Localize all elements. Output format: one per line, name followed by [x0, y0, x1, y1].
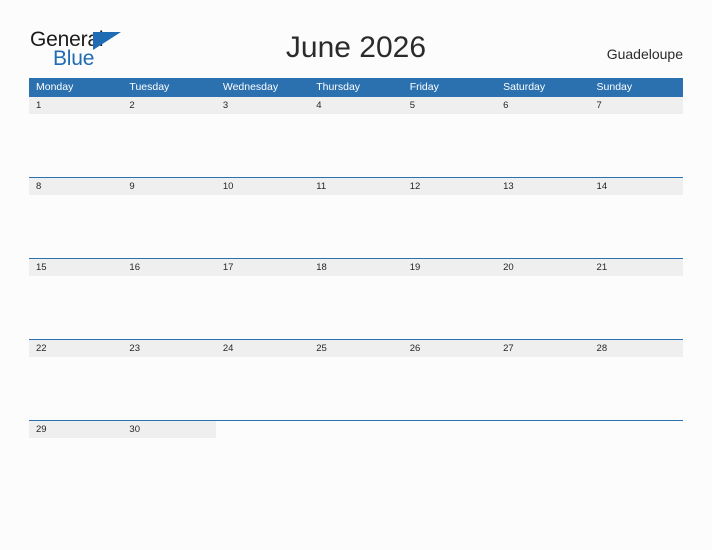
week-date-band: 22 23 24 25 26 27 28 — [29, 339, 683, 357]
calendar-week-row: 1 2 3 4 5 6 7 — [29, 96, 683, 177]
day-note-cell[interactable] — [122, 276, 215, 339]
day-note-cell[interactable] — [29, 357, 122, 420]
day-number[interactable]: 28 — [590, 340, 683, 357]
day-number[interactable]: 16 — [122, 259, 215, 276]
weekday-header-monday: Monday — [36, 81, 74, 93]
day-number[interactable]: 26 — [403, 340, 496, 357]
week-note-area — [29, 195, 683, 258]
day-number[interactable]: 19 — [403, 259, 496, 276]
calendar-week-row: 22 23 24 25 26 27 28 — [29, 339, 683, 420]
day-note-cell — [403, 438, 496, 501]
week-date-band: 29 30 — [29, 420, 683, 438]
day-number[interactable]: 27 — [496, 340, 589, 357]
week-date-band: 15 16 17 18 19 20 21 — [29, 258, 683, 276]
day-number[interactable]: 1 — [29, 97, 122, 114]
day-number-empty — [589, 421, 683, 438]
day-number[interactable]: 6 — [496, 97, 589, 114]
week-note-area — [29, 276, 683, 339]
day-number[interactable]: 5 — [403, 97, 496, 114]
day-note-cell[interactable] — [29, 438, 122, 501]
calendar-table: Monday Tuesday Wednesday Thursday Friday… — [29, 78, 683, 501]
weekday-header-wednesday: Wednesday — [222, 81, 279, 93]
day-number[interactable]: 21 — [590, 259, 683, 276]
day-number[interactable]: 18 — [309, 259, 402, 276]
day-number[interactable]: 25 — [309, 340, 402, 357]
day-note-cell[interactable] — [496, 114, 589, 177]
day-number[interactable]: 8 — [29, 178, 122, 195]
day-note-cell[interactable] — [29, 276, 122, 339]
day-note-cell[interactable] — [309, 276, 402, 339]
day-number[interactable]: 10 — [216, 178, 309, 195]
day-note-cell[interactable] — [496, 195, 589, 258]
week-note-area — [29, 357, 683, 420]
day-number[interactable]: 20 — [496, 259, 589, 276]
region-label: Guadeloupe — [606, 46, 683, 62]
weekday-header-sunday: Sunday — [596, 81, 633, 93]
day-note-cell[interactable] — [403, 195, 496, 258]
day-number[interactable]: 7 — [590, 97, 683, 114]
calendar-week-row: 29 30 — [29, 420, 683, 501]
day-note-cell[interactable] — [29, 114, 122, 177]
day-number-empty — [402, 421, 497, 438]
day-note-cell[interactable] — [309, 357, 402, 420]
day-note-cell[interactable] — [590, 357, 683, 420]
day-number[interactable]: 4 — [309, 97, 402, 114]
day-number[interactable]: 11 — [309, 178, 402, 195]
page-header: General Blue June 2026 Guadeloupe — [0, 0, 712, 78]
day-note-cell[interactable] — [590, 276, 683, 339]
day-note-cell[interactable] — [309, 114, 402, 177]
day-note-cell[interactable] — [590, 195, 683, 258]
day-note-cell[interactable] — [216, 195, 309, 258]
day-number[interactable]: 13 — [496, 178, 589, 195]
day-note-cell[interactable] — [122, 438, 215, 501]
day-note-cell[interactable] — [216, 357, 309, 420]
day-note-cell — [309, 438, 402, 501]
day-note-cell[interactable] — [403, 276, 496, 339]
day-number[interactable]: 14 — [590, 178, 683, 195]
day-note-cell — [590, 438, 683, 501]
day-number[interactable]: 12 — [403, 178, 496, 195]
day-note-cell[interactable] — [309, 195, 402, 258]
calendar-week-row: 15 16 17 18 19 20 21 — [29, 258, 683, 339]
week-date-band: 8 9 10 11 12 13 14 — [29, 177, 683, 195]
week-note-area — [29, 114, 683, 177]
day-number[interactable]: 3 — [216, 97, 309, 114]
day-number[interactable]: 2 — [122, 97, 215, 114]
page-title: June 2026 — [285, 31, 427, 64]
day-number[interactable]: 29 — [29, 421, 122, 438]
week-note-area — [29, 438, 683, 501]
day-note-cell[interactable] — [216, 114, 309, 177]
day-number[interactable]: 22 — [29, 340, 122, 357]
weekday-header-saturday: Saturday — [503, 81, 546, 93]
day-note-cell[interactable] — [403, 114, 496, 177]
weekday-header-thursday: Thursday — [316, 81, 361, 93]
day-note-cell[interactable] — [496, 357, 589, 420]
weekday-header-tuesday: Tuesday — [129, 81, 170, 93]
day-number[interactable]: 17 — [216, 259, 309, 276]
day-note-cell[interactable] — [496, 276, 589, 339]
day-note-cell[interactable] — [29, 195, 122, 258]
weekday-header-row: Monday Tuesday Wednesday Thursday Friday… — [29, 78, 683, 96]
day-note-cell[interactable] — [122, 195, 215, 258]
day-number-empty — [215, 421, 310, 438]
day-number[interactable]: 30 — [122, 421, 215, 438]
day-note-cell[interactable] — [403, 357, 496, 420]
day-number-empty — [496, 421, 590, 438]
day-number-empty — [309, 421, 403, 438]
day-number[interactable]: 15 — [29, 259, 122, 276]
day-note-cell[interactable] — [122, 114, 215, 177]
day-number[interactable]: 23 — [122, 340, 215, 357]
weekday-header-friday: Friday — [409, 81, 439, 93]
day-note-cell[interactable] — [122, 357, 215, 420]
day-number[interactable]: 24 — [216, 340, 309, 357]
calendar-week-row: 8 9 10 11 12 13 14 — [29, 177, 683, 258]
day-number[interactable]: 9 — [122, 178, 215, 195]
day-note-cell — [496, 438, 589, 501]
day-note-cell[interactable] — [216, 276, 309, 339]
day-note-cell[interactable] — [590, 114, 683, 177]
week-date-band: 1 2 3 4 5 6 7 — [29, 96, 683, 114]
day-note-cell — [216, 438, 309, 501]
calendar-page: General Blue June 2026 Guadeloupe Monday… — [0, 0, 712, 550]
